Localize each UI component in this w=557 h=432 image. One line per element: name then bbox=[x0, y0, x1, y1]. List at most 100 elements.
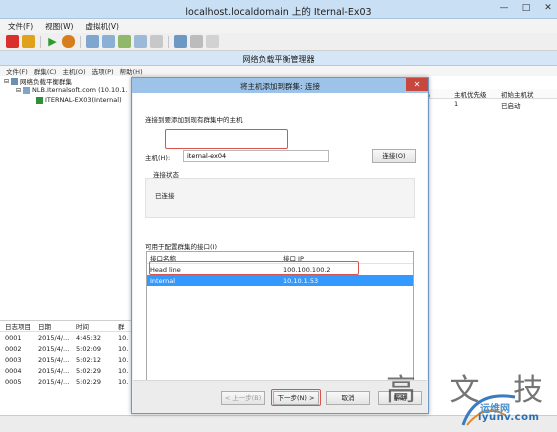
host-grid-row[interactable]: .0 1 已启动 bbox=[415, 100, 557, 110]
log-date: 2015/4/... bbox=[38, 355, 70, 364]
cell-state: 已启动 bbox=[501, 102, 521, 110]
toolbar-separator bbox=[168, 35, 169, 48]
col-initial-state[interactable]: 初始主机状 bbox=[497, 89, 557, 99]
log-time: 5:02:12 bbox=[76, 355, 102, 364]
log-entry: 0002 bbox=[5, 344, 22, 353]
dialog-close-button[interactable]: ✕ bbox=[406, 78, 428, 91]
tree-root-label: 网络负载平衡群集 bbox=[20, 78, 73, 86]
interfaces-list: 接口名称 接口 IP Head line 100.100.100.2 Inter… bbox=[146, 251, 414, 391]
maximize-button[interactable]: □ bbox=[521, 3, 531, 13]
log-entry: 0004 bbox=[5, 366, 22, 375]
settings-icon[interactable] bbox=[150, 35, 163, 48]
revert-snapshot-icon[interactable] bbox=[102, 35, 115, 48]
log-date: 2015/4/... bbox=[38, 366, 70, 375]
log-time: 5:02:09 bbox=[76, 344, 102, 353]
log-row[interactable]: 0002 2015/4/... 5:02:09 10. bbox=[0, 343, 133, 354]
menu-vm[interactable]: 虚拟机(V) bbox=[85, 21, 118, 32]
nlb-titlebar: 网络负载平衡管理器 bbox=[0, 51, 557, 66]
host-icon bbox=[36, 96, 43, 104]
next-button[interactable]: 下一步(N) > bbox=[273, 391, 319, 405]
reset-icon[interactable] bbox=[62, 35, 75, 48]
cd-icon[interactable] bbox=[206, 35, 219, 48]
nlb-menu-options[interactable]: 选项(P) bbox=[92, 66, 114, 76]
log-row[interactable]: 0005 2015/4/... 5:02:29 10. bbox=[0, 376, 133, 387]
log-row[interactable]: 0001 2015/4/... 4:45:32 10. bbox=[0, 332, 133, 343]
dialog-instruction: 连接到要添加到现有群集中的主机 bbox=[145, 116, 243, 124]
interface-name: Head line bbox=[150, 265, 181, 274]
vm-toolbar: ▶ bbox=[0, 33, 557, 51]
log-entry: 0001 bbox=[5, 333, 22, 342]
nlb-window-title: 网络负载平衡管理器 bbox=[242, 55, 315, 64]
stop-icon[interactable] bbox=[6, 35, 19, 48]
collapse-icon[interactable]: ⊟ bbox=[4, 78, 9, 85]
add-host-dialog: 将主机添加到群集: 连接 ✕ 连接到要添加到现有群集中的主机 主机(H): 连接… bbox=[131, 77, 429, 414]
toolbar-separator bbox=[40, 35, 41, 48]
toolbar-separator bbox=[80, 35, 81, 48]
tree-cluster-label: NLB.Iternalsoft.com (10.10.1. bbox=[32, 86, 128, 94]
interface-name: Internal bbox=[150, 276, 176, 285]
log-entry: 0003 bbox=[5, 355, 22, 364]
minimize-button[interactable]: — bbox=[499, 3, 509, 13]
log-row[interactable]: 0004 2015/4/... 5:02:29 10. bbox=[0, 365, 133, 376]
console-icon[interactable] bbox=[134, 35, 147, 48]
log-header: 日志项目 日期 时间 群 bbox=[0, 321, 133, 332]
nlb-menubar: 文件(F) 群集(C) 主机(O) 选项(P) 帮助(H) bbox=[0, 66, 557, 76]
menu-file[interactable]: 文件(F) bbox=[8, 21, 33, 32]
log-time: 5:02:29 bbox=[76, 366, 102, 375]
log-date: 2015/4/... bbox=[38, 333, 70, 342]
disk-icon[interactable] bbox=[190, 35, 203, 48]
cell-priority: 1 bbox=[454, 100, 459, 108]
pause-icon[interactable] bbox=[22, 35, 35, 48]
close-button[interactable]: ✕ bbox=[543, 3, 553, 13]
connection-status-group: 已连接 bbox=[145, 178, 415, 218]
log-col-date[interactable]: 日期 bbox=[38, 321, 76, 331]
dialog-titlebar: 将主机添加到群集: 连接 ✕ bbox=[132, 78, 428, 93]
connect-button[interactable]: 连接(O) bbox=[372, 149, 416, 163]
cancel-button[interactable]: 取消 bbox=[326, 391, 370, 405]
nlb-menu-help[interactable]: 帮助(H) bbox=[120, 66, 143, 76]
snapshot-icon[interactable] bbox=[86, 35, 99, 48]
log-entry: 0005 bbox=[5, 377, 22, 386]
nlb-menu-cluster[interactable]: 群集(C) bbox=[34, 66, 57, 76]
nlb-menu-host[interactable]: 主机(O) bbox=[62, 66, 85, 76]
host-grid-header: 掩码 主机优先级 初始主机状 bbox=[415, 89, 557, 99]
interface-ip: 10.10.1.53 bbox=[282, 276, 319, 285]
tree-cluster[interactable]: ⊟ NLB.Iternalsoft.com (10.10.1. bbox=[16, 86, 127, 94]
cluster-icon bbox=[23, 86, 31, 94]
tree-root[interactable]: ⊟ 网络负载平衡群集 bbox=[4, 76, 72, 86]
manage-snapshot-icon[interactable] bbox=[118, 35, 131, 48]
log-time: 4:45:32 bbox=[76, 333, 102, 342]
col-interface-ip[interactable]: 接口 IP bbox=[283, 253, 413, 263]
interface-row-internal[interactable]: Internal 10.10.1.53 bbox=[147, 275, 413, 286]
vm-window-title: localhost.localdomain 上的 Iternal-Ex03 bbox=[185, 7, 372, 18]
interfaces-header: 接口名称 接口 IP bbox=[147, 252, 413, 264]
log-col-time[interactable]: 时间 bbox=[76, 321, 118, 331]
tree-host[interactable]: ITERNAL-EX03(Internal) bbox=[36, 96, 122, 104]
interface-ip: 100.100.100.2 bbox=[282, 265, 331, 274]
cluster-tree: ⊟ 网络负载平衡群集 ⊟ NLB.Iternalsoft.com (10.10.… bbox=[0, 76, 133, 316]
collapse-icon[interactable]: ⊟ bbox=[16, 87, 21, 94]
host-input[interactable] bbox=[183, 150, 329, 162]
log-time: 5:02:29 bbox=[76, 377, 102, 386]
back-button[interactable]: < 上一步(B) bbox=[221, 391, 265, 405]
menu-view[interactable]: 视图(W) bbox=[45, 21, 73, 32]
interfaces-label: 可用于配置群集的接口(I) bbox=[145, 243, 217, 251]
dialog-title: 将主机添加到群集: 连接 bbox=[240, 82, 320, 91]
nlb-menu-file[interactable]: 文件(F) bbox=[6, 66, 28, 76]
log-col-entry[interactable]: 日志项目 bbox=[0, 321, 38, 331]
network-icon[interactable] bbox=[174, 35, 187, 48]
log-date: 2015/4/... bbox=[38, 377, 70, 386]
play-icon[interactable]: ▶ bbox=[46, 35, 59, 48]
tree-host-label: ITERNAL-EX03(Internal) bbox=[45, 96, 122, 104]
watermark-site-url: iyunv.com bbox=[478, 412, 540, 423]
log-date: 2015/4/... bbox=[38, 344, 70, 353]
vm-menubar: 文件(F) 视图(W) 虚拟机(V) bbox=[0, 19, 557, 33]
col-priority[interactable]: 主机优先级 bbox=[442, 89, 497, 99]
col-interface-name[interactable]: 接口名称 bbox=[147, 253, 283, 263]
interface-row-headline[interactable]: Head line 100.100.100.2 bbox=[147, 264, 413, 275]
nlb-icon bbox=[11, 77, 19, 85]
host-label: 主机(H): bbox=[145, 154, 171, 162]
dialog-body: 连接到要添加到现有群集中的主机 主机(H): 连接(O) 连接状态 已连接 可用… bbox=[133, 93, 427, 413]
log-row[interactable]: 0003 2015/4/... 5:02:12 10. bbox=[0, 354, 133, 365]
vm-titlebar: localhost.localdomain 上的 Iternal-Ex03 — … bbox=[0, 0, 557, 19]
